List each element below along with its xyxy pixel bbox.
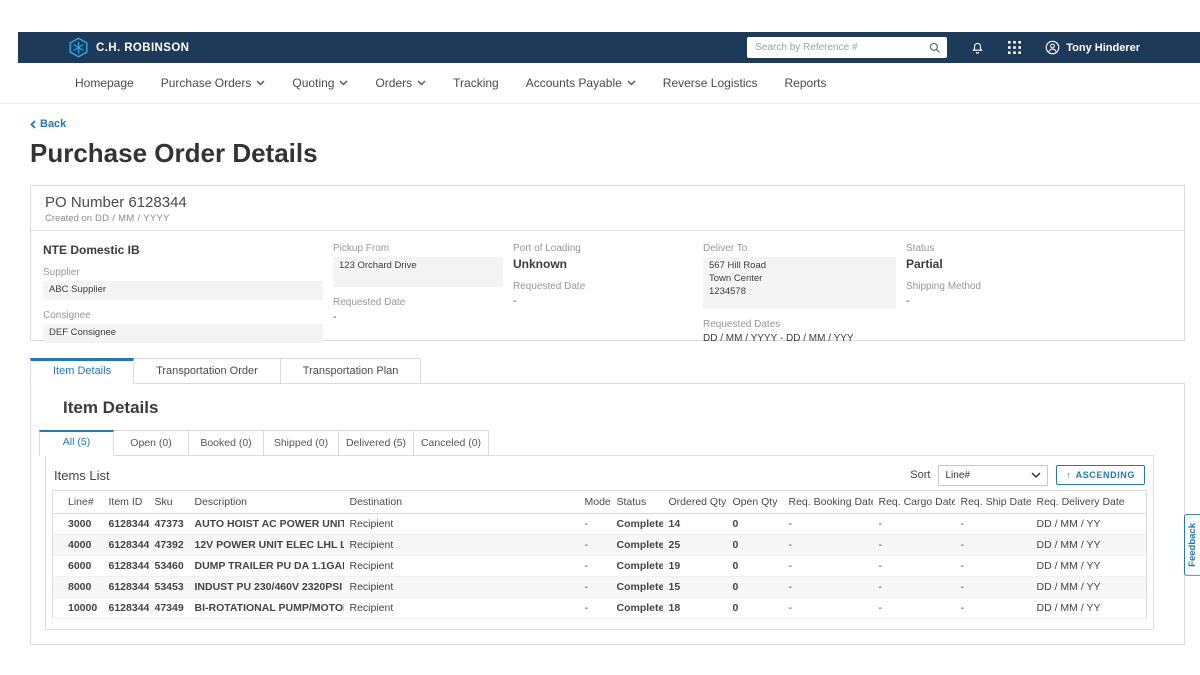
shipping-method-value: - [906,295,1174,307]
requested-dates-value: DD / MM / YYYY - DD / MM / YYY [703,333,896,344]
nav-item-tracking[interactable]: Tracking [453,76,499,90]
feedback-button[interactable]: Feedback [1184,514,1200,576]
user-name: Tony Hinderer [1066,42,1140,54]
table-row[interactable]: 4000 6128344 47392 12V POWER UNIT ELEC L… [53,535,1147,556]
requested-date-value: - [333,311,503,323]
deliver-column: Deliver To 567 Hill Road Town Center 123… [703,243,906,344]
page-title: Purchase Order Details [30,138,318,169]
nav-item-homepage[interactable]: Homepage [75,76,134,90]
status-filter-tabs: All (5) Open (0) Booked (0) Shipped (0) … [39,430,1184,456]
shipping-method-label: Shipping Method [906,281,1174,292]
nav-item-quoting[interactable]: Quoting [292,76,348,90]
requested-dates-label: Requested Dates [703,319,896,330]
nav-item-reports[interactable]: Reports [785,76,827,90]
chevron-left-icon [30,120,36,129]
status-column: Status Partial Shipping Method - [906,243,1184,344]
filter-tab-canceled[interactable]: Canceled (0) [414,430,489,456]
requested-date-label: Requested Date [333,297,503,308]
pickup-from-value: 123 Orchard Drive [333,257,503,287]
supplier-label: Supplier [43,267,323,278]
apps-grid-icon[interactable] [1008,41,1021,54]
table-header-row: Line# Item ID Sku Description Destinatio… [53,491,1147,514]
created-on: Created onDD / MM / YYYY [45,213,1170,224]
filter-tab-all[interactable]: All (5) [39,430,114,456]
port-of-loading-value: Unknown [513,257,693,271]
sort-label: Sort [910,469,930,481]
table-row[interactable]: 6000 6128344 53460 DUMP TRAILER PU DA 1.… [53,556,1147,577]
chevron-down-icon [339,80,348,86]
nav-item-accounts-payable[interactable]: Accounts Payable [526,76,636,90]
po-number: PO Number 6128344 [45,194,1170,211]
section-title: Item Details [63,398,1184,418]
user-menu[interactable]: Tony Hinderer [1045,40,1140,55]
filter-tab-open[interactable]: Open (0) [114,430,189,456]
requested-date2-value: - [513,295,693,307]
chevron-down-icon [417,80,426,86]
tab-transportation-plan[interactable]: Transportation Plan [281,358,422,384]
arrow-up-icon: ↑ [1066,470,1071,480]
consignee-label: Consignee [43,310,323,321]
supplier-column: NTE Domestic IB Supplier ABC Supplier Co… [43,243,333,344]
table-row[interactable]: 10000 6128344 47349 BI-ROTATIONAL PUMP/M… [53,598,1147,619]
chr-logo-icon [68,37,89,58]
details-section: Item Details Transportation Order Transp… [30,358,1185,645]
search-input[interactable] [755,42,929,53]
main-tabs: Item Details Transportation Order Transp… [30,358,1185,383]
notifications-bell-icon[interactable] [971,41,984,55]
chevron-down-icon [256,80,265,86]
global-search [747,37,947,58]
order-type: NTE Domestic IB [43,243,323,257]
tab-transportation-order[interactable]: Transportation Order [134,358,281,384]
port-of-loading-label: Port of Loading [513,243,693,254]
table-row[interactable]: 3000 6128344 47373 AUTO HOIST AC POWER U… [53,514,1147,535]
port-column: Port of Loading Unknown Requested Date - [513,243,703,344]
requested-date2-label: Requested Date [513,281,693,292]
nav-item-purchase-orders[interactable]: Purchase Orders [161,76,266,90]
brand-name: C.H. ROBINSON [96,42,189,54]
consignee-value: DEF Consignee [43,324,323,343]
nav-item-orders[interactable]: Orders [375,76,426,90]
filter-tab-booked[interactable]: Booked (0) [189,430,264,456]
status-badge: Partial [906,257,1174,271]
nav-item-reverse-logistics[interactable]: Reverse Logistics [663,76,758,90]
search-icon[interactable] [929,42,941,54]
item-details-panel: Item Details All (5) Open (0) Booked (0)… [30,383,1185,645]
sort-select[interactable]: Line# [938,465,1048,486]
pickup-from-label: Pickup From [333,243,503,254]
items-list-title: Items List [54,468,110,483]
chevron-down-icon [1031,472,1041,479]
user-avatar-icon [1045,40,1060,55]
back-link[interactable]: Back [30,118,66,130]
tab-item-details[interactable]: Item Details [30,358,134,384]
sort-direction-button[interactable]: ↑ ASCENDING [1056,465,1145,485]
items-table: Line# Item ID Sku Description Destinatio… [52,490,1147,619]
deliver-to-value: 567 Hill Road Town Center 1234578 [703,257,896,309]
main-navigation: Homepage Purchase Orders Quoting Orders … [0,63,1200,104]
brand[interactable]: C.H. ROBINSON [68,37,189,58]
filter-tab-delivered[interactable]: Delivered (5) [339,430,414,456]
pickup-column: Pickup From 123 Orchard Drive Requested … [333,243,513,344]
status-label: Status [906,243,1174,254]
chevron-down-icon [627,80,636,86]
po-summary-card: PO Number 6128344 Created onDD / MM / YY… [30,185,1185,341]
table-row[interactable]: 8000 6128344 53453 INDUST PU 230/460V 23… [53,577,1147,598]
supplier-value: ABC Supplier [43,281,323,300]
filter-tab-shipped[interactable]: Shipped (0) [264,430,339,456]
deliver-to-label: Deliver To [703,243,896,254]
items-list-panel: Items List Sort Line# ↑ ASCENDING [45,455,1154,630]
top-navbar: C.H. ROBINSON Tony Hinderer [18,32,1200,63]
